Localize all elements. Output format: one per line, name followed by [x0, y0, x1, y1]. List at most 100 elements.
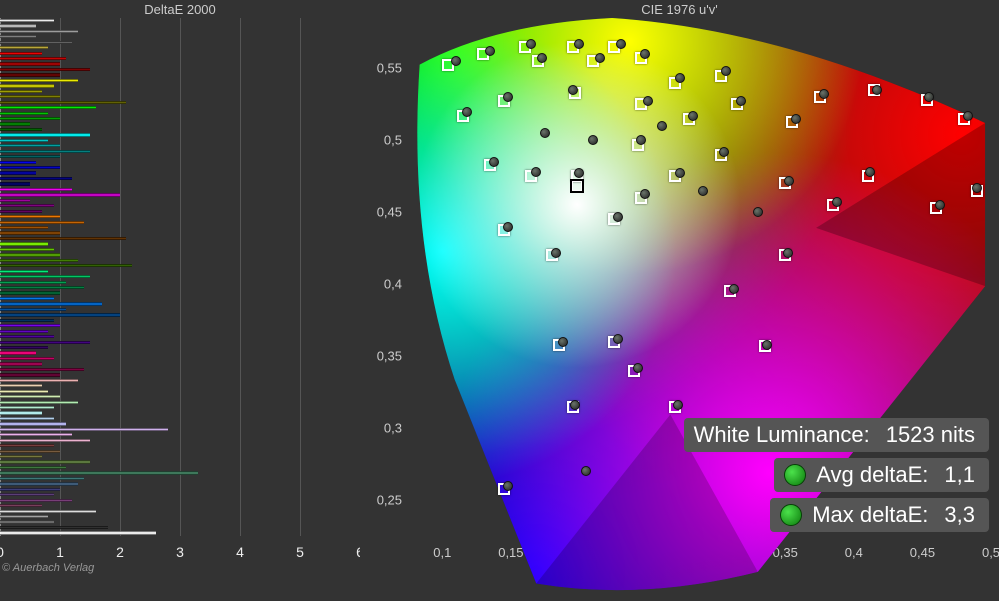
deltae-bar — [0, 515, 48, 518]
deltae-bar — [0, 373, 60, 376]
deltae-x-tick: 4 — [236, 544, 244, 560]
deltae-bar — [0, 384, 42, 387]
deltae-bar — [0, 286, 84, 289]
deltae-bar — [0, 237, 126, 240]
deltae-bar — [0, 122, 30, 125]
deltae-bar — [0, 346, 48, 349]
deltae-bar — [0, 444, 54, 447]
status-dot-icon — [780, 504, 802, 526]
deltae-bar — [0, 291, 60, 294]
deltae-x-tick: 0 — [0, 544, 4, 560]
deltae-title: DeltaE 2000 — [0, 0, 360, 19]
max-deltae-stat: Max deltaE: 3,3 — [770, 498, 989, 532]
deltae-bar — [0, 139, 48, 142]
deltae-bar — [0, 482, 78, 485]
deltae-bar — [0, 313, 120, 316]
deltae-bar — [0, 177, 72, 180]
deltae-bar — [0, 417, 54, 420]
deltae-bar — [0, 242, 48, 245]
deltae-bar — [0, 188, 72, 191]
deltae-panel: DeltaE 2000 0123456 © Auerbach Verlag — [0, 0, 360, 574]
cie-measured-point — [451, 56, 461, 66]
deltae-bar — [0, 324, 60, 327]
cie-measured-point — [570, 400, 580, 410]
deltae-bar — [0, 193, 120, 196]
cie-y-tick: 0,55 — [377, 61, 402, 76]
cie-measured-point — [636, 135, 646, 145]
cie-measured-point — [972, 183, 982, 193]
deltae-bar-chart — [0, 18, 360, 536]
cie-measured-point — [721, 66, 731, 76]
deltae-bar — [0, 455, 42, 458]
cie-measured-point — [832, 197, 842, 207]
deltae-bar — [0, 182, 30, 185]
cie-measured-point — [551, 248, 561, 258]
cie-measured-point — [736, 96, 746, 106]
cie-y-tick: 0,45 — [377, 205, 402, 220]
deltae-bar — [0, 504, 42, 507]
white-luminance-label: White Luminance: — [694, 422, 870, 448]
cie-measured-point — [729, 284, 739, 294]
cie-title: CIE 1976 u'v' — [360, 0, 999, 19]
deltae-bar — [0, 270, 48, 273]
avg-deltae-label: Avg deltaE: — [816, 462, 928, 488]
cie-measured-point — [503, 92, 513, 102]
cie-measured-point — [588, 135, 598, 145]
deltae-bar — [0, 450, 60, 453]
deltae-bar — [0, 166, 60, 169]
cie-measured-point — [784, 176, 794, 186]
deltae-bar — [0, 52, 42, 55]
cie-measured-point — [640, 189, 650, 199]
cie-measured-point — [613, 212, 623, 222]
deltae-bar — [0, 68, 90, 71]
deltae-bar — [0, 221, 84, 224]
deltae-bar — [0, 401, 78, 404]
deltae-x-tick: 3 — [176, 544, 184, 560]
deltae-bar — [0, 73, 60, 76]
deltae-x-axis: 0123456 — [0, 536, 360, 560]
cie-measured-point — [558, 337, 568, 347]
cie-y-tick: 0,4 — [384, 277, 402, 292]
deltae-bar — [0, 128, 42, 131]
deltae-bar — [0, 368, 84, 371]
deltae-bar — [0, 253, 60, 256]
deltae-bar — [0, 510, 96, 513]
cie-measured-point — [640, 49, 650, 59]
cie-measured-point — [688, 111, 698, 121]
cie-measured-point — [963, 111, 973, 121]
deltae-bar — [0, 248, 54, 251]
status-dot-icon — [784, 464, 806, 486]
deltae-bar — [0, 95, 60, 98]
deltae-bar — [0, 275, 90, 278]
cie-measured-point — [865, 167, 875, 177]
deltae-bar — [0, 259, 78, 262]
white-luminance-value: 1523 nits — [886, 422, 975, 448]
cie-measured-point — [719, 147, 729, 157]
deltae-bar — [0, 150, 90, 153]
deltae-bar — [0, 41, 72, 44]
deltae-bar — [0, 106, 96, 109]
deltae-bar — [0, 520, 54, 523]
deltae-bar — [0, 493, 54, 496]
cie-measured-point — [595, 53, 605, 63]
deltae-bar — [0, 226, 48, 229]
cie-measured-point — [537, 53, 547, 63]
deltae-x-tick: 2 — [116, 544, 124, 560]
deltae-bar — [0, 231, 60, 234]
cie-measured-point — [616, 39, 626, 49]
cie-measured-point — [753, 207, 763, 217]
deltae-bar — [0, 439, 90, 442]
cie-y-tick: 0,25 — [377, 493, 402, 508]
cie-measured-point — [633, 363, 643, 373]
cie-measured-point — [574, 168, 584, 178]
cie-y-tick: 0,35 — [377, 349, 402, 364]
cie-measured-point — [503, 481, 513, 491]
deltae-bar — [0, 297, 54, 300]
deltae-bar — [0, 406, 54, 409]
deltae-bar — [0, 144, 60, 147]
deltae-bar — [0, 62, 60, 65]
cie-measured-point — [935, 200, 945, 210]
cie-y-tick: 0,3 — [384, 421, 402, 436]
deltae-bar — [0, 466, 66, 469]
deltae-bar — [0, 422, 66, 425]
